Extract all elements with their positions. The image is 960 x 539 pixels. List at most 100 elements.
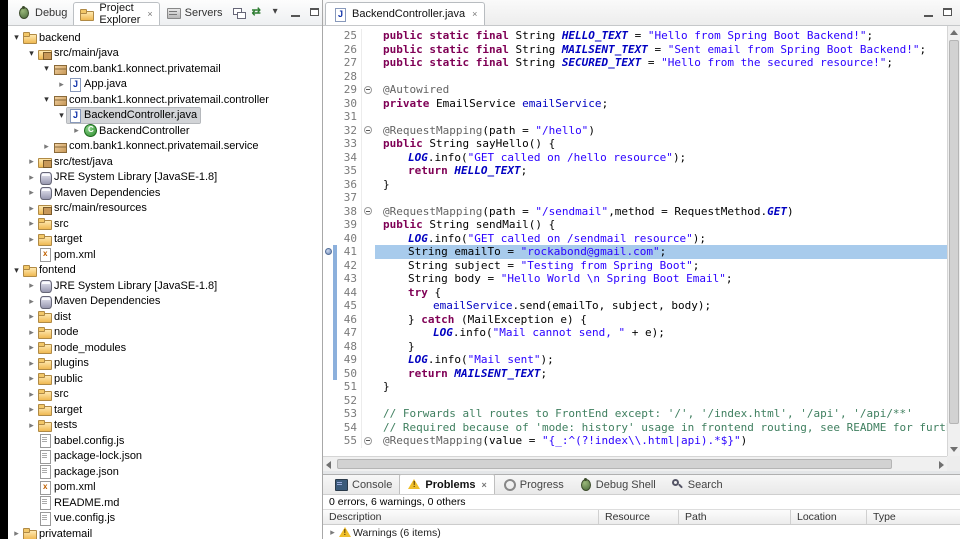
bottom-tab-debug-shell[interactable]: Debug Shell [571, 475, 663, 494]
minimize-icon[interactable] [288, 5, 305, 21]
tree-expander-icon[interactable]: ▸ [26, 218, 37, 229]
code-line[interactable]: 49 LOG.info("Mail sent"); [323, 353, 947, 367]
code-line[interactable]: 33 public String sayHello() { [323, 137, 947, 151]
tree-item-app-java[interactable]: ▸ App.java [8, 77, 322, 93]
tree-item-src-test-java[interactable]: ▸ src/test/java [8, 154, 322, 170]
tree-expander-icon[interactable]: ▸ [26, 156, 37, 167]
vertical-scroll-thumb[interactable] [949, 40, 959, 424]
editor-tab[interactable]: BackendController.java × [325, 2, 486, 25]
code-line[interactable]: 26 public static final String MAILSENT_TE… [323, 42, 947, 56]
link-with-editor-icon[interactable] [250, 5, 267, 21]
minimize-icon[interactable] [921, 5, 938, 21]
view-menu-icon[interactable] [269, 5, 286, 21]
scroll-left-icon[interactable] [326, 461, 331, 469]
expander-icon[interactable]: ▸ [327, 527, 338, 538]
maximize-icon[interactable] [307, 5, 324, 21]
fold-collapse-icon[interactable] [364, 85, 372, 94]
bottom-tab-search[interactable]: Search [663, 475, 730, 494]
code-line[interactable]: 54 // Required because of 'mode: history'… [323, 420, 947, 434]
tree-expander-icon[interactable]: ▾ [11, 265, 22, 276]
view-tab-debug[interactable]: Debug [10, 0, 73, 25]
tree-expander-icon[interactable]: ▸ [26, 389, 37, 400]
tree-item-backendcontroller[interactable]: ▸ BackendController [8, 123, 322, 139]
column-header-type[interactable]: Type [867, 510, 960, 524]
tree-expander-icon[interactable]: ▾ [26, 48, 37, 59]
scroll-right-icon[interactable] [939, 461, 944, 469]
close-icon[interactable]: × [147, 9, 152, 19]
tree-item-plugins[interactable]: ▸ plugins [8, 356, 322, 372]
tree-item-src[interactable]: ▸ src [8, 387, 322, 403]
tree-item-maven-dependencies[interactable]: ▸ Maven Dependencies [8, 185, 322, 201]
tree-item-node-modules[interactable]: ▸ node_modules [8, 340, 322, 356]
tree-item-pom-xml[interactable]: pom.xml [8, 247, 322, 263]
code-line[interactable]: 47 LOG.info("Mail cannot send, " + e); [323, 326, 947, 340]
tree-expander-icon[interactable]: ▸ [26, 187, 37, 198]
code-line[interactable]: 41 String emailTo = "rockabond@gmail.com"… [323, 245, 947, 259]
code-line[interactable]: 51} [323, 380, 947, 394]
code-line[interactable]: 32 @RequestMapping(path = "/hello") [323, 123, 947, 137]
scroll-up-icon[interactable] [950, 30, 958, 35]
column-header-location[interactable]: Location [791, 510, 867, 524]
code-line[interactable]: 55 @RequestMapping(value = "{_:^(?!index\… [323, 434, 947, 448]
tree-item-target[interactable]: ▸ target [8, 402, 322, 418]
tree-item-babel-config-js[interactable]: babel.config.js [8, 433, 322, 449]
tree-item-maven-dependencies[interactable]: ▸ Maven Dependencies [8, 294, 322, 310]
tree-expander-icon[interactable]: ▸ [26, 172, 37, 183]
tree-expander-icon[interactable]: ▸ [26, 404, 37, 415]
code-line[interactable]: 46} catch (MailException e) { [323, 312, 947, 326]
vertical-scrollbar[interactable] [947, 26, 960, 456]
close-icon[interactable]: × [472, 9, 477, 19]
fold-collapse-icon[interactable] [364, 207, 372, 215]
bottom-tab-progress[interactable]: Progress [495, 475, 571, 494]
tree-expander-icon[interactable]: ▸ [11, 528, 22, 539]
tree-item-privatemail[interactable]: ▸ privatemail [8, 526, 322, 539]
column-header-resource[interactable]: Resource [599, 510, 679, 524]
code-line[interactable]: 34 LOG.info("GET called on /hello resourc… [323, 150, 947, 164]
code-line[interactable]: 53 // Forwards all routes to FrontEnd exc… [323, 407, 947, 421]
tree-expander-icon[interactable]: ▸ [71, 125, 82, 136]
column-header-path[interactable]: Path [679, 510, 791, 524]
tree-item-tests[interactable]: ▸ tests [8, 418, 322, 434]
tree-item-backend[interactable]: ▾ backend [8, 30, 322, 46]
tree-item-src-main-java[interactable]: ▾ src/main/java [8, 46, 322, 62]
tree-expander-icon[interactable]: ▸ [26, 327, 37, 338]
code-line[interactable]: 50 return MAILSENT_TEXT; [323, 366, 947, 380]
tree-expander-icon[interactable]: ▸ [26, 373, 37, 384]
tree-item-com-bank1-konnect-privatemail-controller[interactable]: ▾ com.bank1.konnect.privatemail.controlle… [8, 92, 322, 108]
tree-item-vue-config-js[interactable]: vue.config.js [8, 511, 322, 527]
tree-expander-icon[interactable]: ▾ [41, 94, 52, 105]
fold-collapse-icon[interactable] [364, 126, 372, 134]
fold-collapse-icon[interactable] [364, 436, 372, 445]
code-line[interactable]: 35 return HELLO_TEXT; [323, 164, 947, 178]
tree-item-package-json[interactable]: package.json [8, 464, 322, 480]
tree-expander-icon[interactable]: ▸ [26, 280, 37, 291]
code-line[interactable]: 30 private EmailService emailService; [323, 96, 947, 110]
code-line[interactable]: 31 [323, 110, 947, 124]
tree-item-package-lock-json[interactable]: package-lock.json [8, 449, 322, 465]
tree-item-readme-md[interactable]: README.md [8, 495, 322, 511]
tree-item-src-main-resources[interactable]: ▸ src/main/resources [8, 201, 322, 217]
tree-item-com-bank1-konnect-privatemail[interactable]: ▾ com.bank1.konnect.privatemail [8, 61, 322, 77]
tree-expander-icon[interactable]: ▸ [26, 203, 37, 214]
tree-item-pom-xml[interactable]: pom.xml [8, 480, 322, 496]
close-icon[interactable]: × [482, 480, 487, 490]
tree-expander-icon[interactable]: ▾ [56, 110, 67, 121]
maximize-icon[interactable] [940, 5, 957, 21]
tree-item-dist[interactable]: ▸ dist [8, 309, 322, 325]
code-line[interactable]: 40 LOG.info("GET called on /sendmail reso… [323, 231, 947, 245]
tree-item-backendcontroller-java[interactable]: ▾ BackendController.java [8, 106, 322, 124]
tree-expander-icon[interactable]: ▸ [26, 420, 37, 431]
tree-item-target[interactable]: ▸ target [8, 232, 322, 248]
tree-expander-icon[interactable]: ▸ [26, 358, 37, 369]
tree-expander-icon[interactable]: ▸ [41, 141, 52, 152]
code-line[interactable]: 39 public String sendMail() { [323, 218, 947, 232]
tree-item-public[interactable]: ▸ public [8, 371, 322, 387]
code-line[interactable]: 42 String subject = "Testing from Spring … [323, 258, 947, 272]
tree-item-src[interactable]: ▸ src [8, 216, 322, 232]
tree-expander-icon[interactable]: ▸ [56, 79, 67, 90]
code-line[interactable]: 44 try { [323, 285, 947, 299]
tree-item-fontend[interactable]: ▾ fontend [8, 263, 322, 279]
tree-item-com-bank1-konnect-privatemail-service[interactable]: ▸ com.bank1.konnect.privatemail.service [8, 139, 322, 155]
horizontal-scrollbar[interactable] [323, 456, 947, 471]
code-line[interactable]: 27 public static final String SECURED_TEX… [323, 56, 947, 70]
